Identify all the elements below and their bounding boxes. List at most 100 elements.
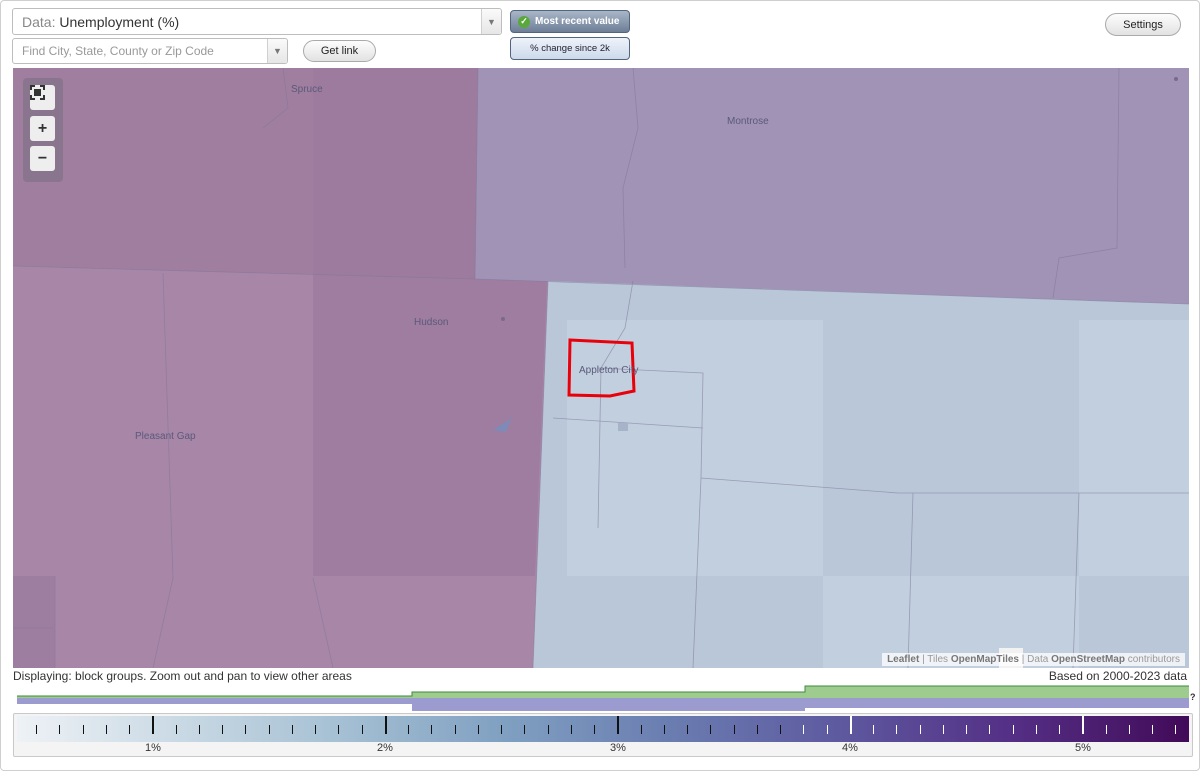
legend-minor-tick xyxy=(756,725,758,734)
legend-major-tick xyxy=(617,716,620,734)
search-dropdown-icon[interactable]: ▼ xyxy=(267,39,287,63)
hist-purple-2 xyxy=(412,698,805,711)
legend-minor-tick xyxy=(408,725,409,734)
legend-minor-tick xyxy=(663,725,665,734)
legend-minor-tick xyxy=(942,725,944,734)
leaflet-link[interactable]: Leaflet xyxy=(887,654,919,665)
legend-gradient xyxy=(17,716,1189,742)
legend-minor-tick xyxy=(501,725,502,734)
location-search-input[interactable]: Find City, State, County or Zip Code ▼ xyxy=(12,38,288,64)
legend-minor-tick xyxy=(245,725,247,734)
legend-minor-tick xyxy=(1128,725,1130,734)
legend-minor-tick xyxy=(198,725,200,734)
get-link-button[interactable]: Get link xyxy=(303,40,376,62)
legend-minor-tick xyxy=(36,725,37,734)
tile-light-2 xyxy=(1079,320,1189,576)
legend-minor-tick xyxy=(547,725,549,734)
legend-tick-label: 1% xyxy=(145,742,161,754)
legend-minor-tick xyxy=(1105,725,1107,734)
percent-change-toggle[interactable]: % change since 2k xyxy=(510,37,630,60)
legend-minor-tick xyxy=(966,725,967,734)
plus-icon[interactable]: + xyxy=(30,116,55,141)
legend-minor-tick xyxy=(570,725,572,734)
legend-minor-tick xyxy=(687,725,688,734)
legend-minor-tick xyxy=(175,725,177,734)
place-label-spruce: Spruce xyxy=(291,84,323,95)
hist-purple-1 xyxy=(17,698,412,704)
legend-major-tick xyxy=(152,716,155,734)
legend-tick-label: 5% xyxy=(1075,742,1091,754)
search-placeholder: Find City, State, County or Zip Code xyxy=(22,44,214,58)
value-histogram xyxy=(17,685,1189,711)
legend-minor-tick xyxy=(431,725,433,734)
hudson-marker xyxy=(501,317,505,321)
triangle-down-icon[interactable]: ▼ xyxy=(481,9,501,34)
place-label-pleasant-gap: Pleasant Gap xyxy=(135,431,196,442)
legend-minor-tick xyxy=(1059,725,1060,734)
legend-minor-tick xyxy=(1152,725,1153,734)
contributors-text: contributors xyxy=(1127,654,1180,665)
display-level-text: Displaying: block groups. Zoom out and p… xyxy=(13,669,352,683)
legend-minor-tick xyxy=(803,725,805,734)
small-block xyxy=(618,423,628,431)
data-prefix: Data xyxy=(1027,654,1049,665)
settings-button[interactable]: Settings xyxy=(1105,13,1181,36)
legend-minor-tick xyxy=(1012,725,1014,734)
legend-minor-tick xyxy=(640,725,642,734)
data-select-label: Data: xyxy=(22,13,56,30)
check-icon: ✓ xyxy=(518,15,530,28)
legend-minor-tick xyxy=(82,725,84,734)
fullscreen-icon[interactable] xyxy=(30,85,55,110)
legend-minor-tick xyxy=(1175,725,1177,734)
histogram-help-icon[interactable]: ? xyxy=(1190,692,1196,702)
legend-minor-tick xyxy=(594,725,595,734)
legend-major-tick xyxy=(849,716,852,734)
map-view[interactable]: Spruce Montrose Hudson Appleton City Ple… xyxy=(13,68,1189,668)
legend-minor-tick xyxy=(873,725,874,734)
marker-ne xyxy=(1174,77,1178,81)
legend-major-tick xyxy=(384,716,387,734)
legend-tick-label: 4% xyxy=(842,742,858,754)
legend-minor-tick xyxy=(919,725,921,734)
legend-major-tick xyxy=(1082,716,1085,734)
legend-minor-tick xyxy=(524,725,526,734)
legend-minor-tick xyxy=(361,725,363,734)
hist-purple-3 xyxy=(805,698,1189,708)
legend-minor-tick xyxy=(733,725,735,734)
legend-tick-label: 3% xyxy=(610,742,626,754)
region-montrose xyxy=(475,68,1189,304)
data-select-value: Unemployment (%) xyxy=(59,13,180,30)
legend-minor-tick xyxy=(477,725,479,734)
minus-icon[interactable]: − xyxy=(30,146,55,171)
legend-minor-tick xyxy=(454,725,456,734)
legend-tick-label: 2% xyxy=(377,742,393,754)
app-frame: Data: Unemployment (%) ▼ Find City, Stat… xyxy=(0,0,1200,771)
place-label-montrose: Montrose xyxy=(727,116,769,127)
legend-minor-tick xyxy=(291,725,293,734)
openmaptiles-link[interactable]: OpenMapTiles xyxy=(951,654,1019,665)
legend-minor-tick xyxy=(896,725,898,734)
most-recent-value-toggle[interactable]: ✓ Most recent value xyxy=(510,10,630,33)
legend-minor-tick xyxy=(989,725,991,734)
tile-light-1 xyxy=(567,320,823,576)
color-legend: 1% 2% 3% 4% 5% xyxy=(13,713,1193,757)
tiles-prefix: Tiles xyxy=(927,654,949,665)
legend-minor-tick xyxy=(780,725,781,734)
legend-minor-tick xyxy=(315,725,316,734)
most-recent-value-label: Most recent value xyxy=(535,16,620,27)
legend-minor-tick xyxy=(268,725,270,734)
place-label-appleton-city: Appleton City xyxy=(579,365,639,376)
legend-minor-tick xyxy=(105,725,107,734)
map-zoom-control: + − xyxy=(23,78,63,182)
region-sw xyxy=(13,576,55,668)
openstreetmap-link[interactable]: OpenStreetMap xyxy=(1051,654,1125,665)
place-label-hudson: Hudson xyxy=(414,317,449,328)
legend-minor-tick xyxy=(59,725,61,734)
legend-minor-tick xyxy=(826,725,828,734)
legend-minor-tick xyxy=(222,725,223,734)
data-select[interactable]: Data: Unemployment (%) ▼ xyxy=(12,8,502,35)
legend-minor-tick xyxy=(338,725,340,734)
data-range-text: Based on 2000-2023 data xyxy=(1048,669,1187,683)
map-attribution: Leaflet | Tiles OpenMapTiles | Data Open… xyxy=(882,653,1185,666)
legend-minor-tick xyxy=(710,725,712,734)
